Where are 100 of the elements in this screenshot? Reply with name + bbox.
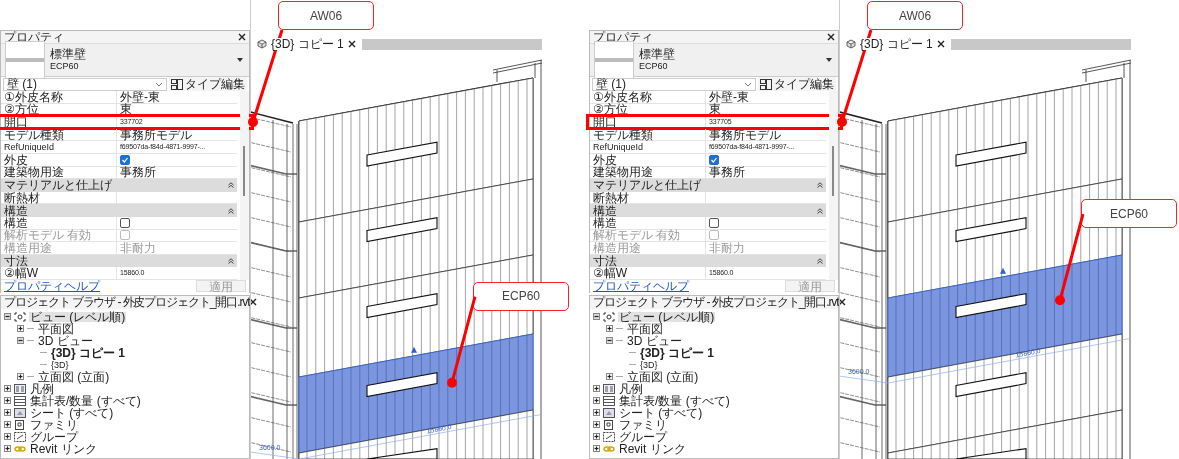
tree-item[interactable]: 集計表/数量 (すべて) xyxy=(29,395,142,406)
property-label: 断熱材 xyxy=(590,191,706,204)
property-value[interactable]: 東 xyxy=(120,103,132,116)
property-value[interactable]: 事務所モデル xyxy=(120,128,192,141)
browser-title: プロジェクト ブラウザ - 外皮プロジェクト_開口.rvt xyxy=(593,296,839,309)
tree-item[interactable]: Revit リンク xyxy=(618,443,687,454)
tree-item[interactable]: グループ xyxy=(618,431,668,442)
tree-item[interactable]: 3D ビュー xyxy=(37,335,94,346)
expand-toggle[interactable] xyxy=(4,409,11,417)
expand-toggle[interactable] xyxy=(593,409,600,417)
type-family-name: 標準壁 xyxy=(50,48,87,60)
expand-toggle[interactable] xyxy=(4,313,11,321)
property-value[interactable]: 外壁-東 xyxy=(709,90,749,103)
expand-toggle[interactable] xyxy=(4,385,11,393)
element-dropdown[interactable]: 壁 (1) xyxy=(592,77,756,91)
expand-toggle[interactable] xyxy=(17,325,24,333)
checkbox[interactable] xyxy=(120,154,130,165)
family-icon xyxy=(603,419,615,430)
tree-item[interactable]: {3D} コピー 1 xyxy=(639,347,716,358)
property-value[interactable]: 事務所 xyxy=(709,166,745,179)
property-value[interactable]: 東 xyxy=(709,103,721,116)
expand-toggle[interactable] xyxy=(606,373,613,381)
collapse-icon[interactable] xyxy=(228,258,234,264)
tree-item[interactable]: 平面図 xyxy=(37,323,75,334)
close-icon[interactable] xyxy=(238,33,246,41)
property-label: モデル種類 xyxy=(1,128,117,141)
checkbox[interactable] xyxy=(709,217,719,228)
expand-toggle[interactable] xyxy=(593,397,600,405)
tree-item[interactable]: Revit リンク xyxy=(29,443,98,454)
tree-item[interactable]: ビュー (レベル順) xyxy=(29,311,127,322)
expand-toggle[interactable] xyxy=(593,313,600,321)
tree-item[interactable]: 立面図 (立面) xyxy=(626,371,700,382)
element-dropdown[interactable]: 壁 (1) xyxy=(3,77,167,91)
property-label: RefUniqueId xyxy=(590,141,706,154)
legend-icon xyxy=(14,383,26,394)
expand-toggle[interactable] xyxy=(593,385,600,393)
section-title: マテリアルと仕上げ xyxy=(593,179,701,192)
property-value[interactable]: 外壁-東 xyxy=(120,90,160,103)
expand-toggle[interactable] xyxy=(4,445,11,453)
collapse-icon[interactable] xyxy=(228,182,234,189)
tree-item[interactable]: 集計表/数量 (すべて) xyxy=(618,395,731,406)
section-header[interactable]: マテリアルと仕上げ xyxy=(590,179,826,192)
section-title: 構造 xyxy=(4,204,28,217)
expand-toggle[interactable] xyxy=(606,337,613,345)
expand-toggle[interactable] xyxy=(606,325,613,333)
scrollbar[interactable] xyxy=(240,91,249,280)
property-label: 建築物用途 xyxy=(1,166,117,179)
tree-item[interactable]: {3D} xyxy=(639,359,659,370)
tree-item[interactable]: ファミリ xyxy=(618,419,668,430)
property-label: 解析モデル 有効 xyxy=(1,229,117,242)
type-selector[interactable]: 標準壁 ECP60 xyxy=(590,43,838,77)
close-icon[interactable] xyxy=(838,298,847,307)
collapse-icon[interactable] xyxy=(817,182,823,189)
expand-toggle[interactable] xyxy=(17,373,24,381)
expand-toggle[interactable] xyxy=(4,397,11,405)
expand-toggle[interactable] xyxy=(4,433,11,441)
wall-panel[interactable] xyxy=(298,409,534,459)
checkbox[interactable] xyxy=(120,217,130,228)
close-icon[interactable] xyxy=(249,298,258,307)
property-label: 構造用途 xyxy=(590,241,706,254)
tree-item[interactable]: 平面図 xyxy=(626,323,664,334)
tree-item[interactable]: 3D ビュー xyxy=(626,335,683,346)
property-label: 構造 xyxy=(590,216,706,229)
section-title: 寸法 xyxy=(593,255,617,267)
wall-panel[interactable] xyxy=(887,409,1123,459)
tree-item[interactable]: 立面図 (立面) xyxy=(37,371,111,382)
tree-item[interactable]: 凡例 xyxy=(29,383,55,394)
edit-type-button[interactable]: タイプ編集 xyxy=(169,77,247,91)
help-link[interactable]: プロパティヘルプ xyxy=(4,280,100,293)
property-label: 構造用途 xyxy=(1,241,117,254)
scrollbar[interactable] xyxy=(829,91,838,280)
edit-type-button[interactable]: タイプ編集 xyxy=(758,77,836,91)
property-value[interactable]: 事務所モデル xyxy=(709,128,781,141)
property-value[interactable]: 事務所 xyxy=(120,166,156,179)
collapse-icon[interactable] xyxy=(817,258,823,264)
close-icon[interactable] xyxy=(347,40,356,48)
tree-item[interactable]: {3D} xyxy=(50,359,70,370)
expand-toggle[interactable] xyxy=(593,445,600,453)
type-selector[interactable]: 標準壁 ECP60 xyxy=(1,43,249,77)
tree-item[interactable]: {3D} コピー 1 xyxy=(50,347,127,358)
cube-icon xyxy=(257,39,267,49)
section-header[interactable]: マテリアルと仕上げ xyxy=(1,179,237,192)
tree-item[interactable]: 凡例 xyxy=(618,383,644,394)
section-header[interactable]: 構造 xyxy=(590,204,826,217)
collapse-icon[interactable] xyxy=(228,207,234,214)
expand-toggle[interactable] xyxy=(593,421,600,429)
checkbox[interactable] xyxy=(709,154,719,165)
close-icon[interactable] xyxy=(936,40,945,48)
expand-toggle[interactable] xyxy=(4,421,11,429)
tree-item[interactable]: グループ xyxy=(29,431,79,442)
section-header[interactable]: 構造 xyxy=(1,204,237,217)
expand-toggle[interactable] xyxy=(593,433,600,441)
close-icon[interactable] xyxy=(827,33,835,41)
expand-toggle[interactable] xyxy=(17,337,24,345)
collapse-icon[interactable] xyxy=(817,207,823,214)
tree-item[interactable]: ファミリ xyxy=(29,419,79,430)
tree-item[interactable]: ビュー (レベル順) xyxy=(618,311,716,322)
property-label: 外皮 xyxy=(1,153,117,166)
edit-type-icon xyxy=(760,78,772,90)
help-link[interactable]: プロパティヘルプ xyxy=(593,280,689,293)
